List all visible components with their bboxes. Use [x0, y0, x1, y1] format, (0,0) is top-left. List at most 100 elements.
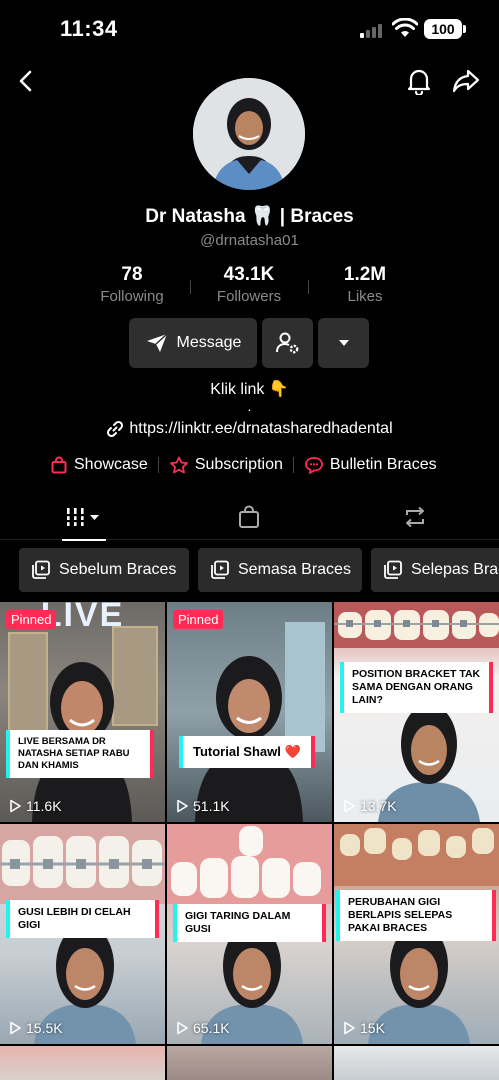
- view-count-text: 15K: [360, 1020, 385, 1036]
- video-grid: LIVE Pinned LIVE BERSAMA DR NATASHA SETI…: [0, 602, 499, 1080]
- stat-following-label: Following: [100, 288, 164, 305]
- view-count-text: 51.1K: [193, 798, 230, 814]
- stat-likes: 1.2M Likes: [310, 264, 420, 305]
- stat-followers-label: Followers: [216, 288, 282, 305]
- view-count: 15.5K: [8, 1020, 63, 1036]
- video-tile[interactable]: [334, 1046, 499, 1080]
- caret-down-icon: [338, 340, 349, 346]
- send-icon: [146, 333, 168, 352]
- showcase-chip-label: Showcase: [74, 456, 148, 473]
- view-count: 65.1K: [175, 1020, 230, 1036]
- stat-following[interactable]: 78 Following: [77, 264, 187, 305]
- stat-divider: [308, 280, 309, 294]
- video-tile[interactable]: POSITION BRACKET TAK SAMA DENGAN ORANG L…: [334, 602, 499, 822]
- play-icon: [344, 799, 355, 813]
- playlist-label: Semasa Braces: [238, 561, 351, 578]
- pinned-badge: Pinned: [173, 610, 224, 629]
- signal-icon: [360, 22, 386, 38]
- star-icon: [169, 456, 188, 474]
- stat-followers[interactable]: 43.1K Followers: [194, 264, 304, 305]
- user-gear-icon: [275, 332, 298, 354]
- content-tabs: [0, 494, 499, 541]
- video-caption: GUSI LEBIH DI CELAH GIGI: [10, 900, 155, 939]
- tab-shop[interactable]: [166, 494, 332, 540]
- video-tile[interactable]: PERUBAHAN GIGI BERLAPIS SELEPAS PAKAI BR…: [334, 824, 499, 1044]
- playlist-icon: [32, 560, 50, 579]
- stat-likes-label: Likes: [347, 288, 383, 305]
- video-tile[interactable]: [167, 1046, 332, 1080]
- tab-videos[interactable]: [0, 494, 166, 541]
- bio-link-text: https://linktr.ee/drnatasharedhadental: [129, 420, 393, 437]
- teeth-closeup: [0, 824, 165, 904]
- play-icon: [177, 799, 188, 813]
- playlist-icon: [211, 560, 229, 579]
- view-count-text: 11.6K: [26, 798, 62, 814]
- view-count-text: 13.7K: [360, 798, 397, 814]
- notification-button[interactable]: [402, 64, 436, 98]
- status-time: 11:34: [60, 16, 118, 41]
- repost-icon: [406, 506, 424, 528]
- chip-divider: [157, 457, 159, 473]
- video-tile[interactable]: LIVE Pinned LIVE BERSAMA DR NATASHA SETI…: [0, 602, 165, 822]
- profile-handle: @drnatasha01: [200, 232, 299, 249]
- playlist-semasa-braces[interactable]: Semasa Braces: [198, 548, 362, 592]
- presenter-figure: [195, 656, 303, 822]
- bio-text: Klik link 👇: [210, 381, 289, 398]
- subscription-chip[interactable]: Subscription: [169, 456, 283, 474]
- view-count: 11.6K: [8, 798, 62, 814]
- message-button[interactable]: Message: [129, 318, 257, 368]
- profile-chips: Showcase Subscription Bulletin Braces: [50, 456, 437, 474]
- stat-divider: [190, 280, 191, 294]
- video-caption: LIVE BERSAMA DR NATASHA SETIAP RABU DAN …: [10, 730, 150, 778]
- bio-link[interactable]: https://linktr.ee/drnatasharedhadental: [0, 420, 499, 438]
- video-tile[interactable]: Pinned Tutorial Shawl ❤️ 51.1K: [167, 602, 332, 822]
- teeth-closeup: [334, 602, 499, 648]
- battery-indicator: 100: [424, 19, 462, 39]
- bio-dot: .: [247, 398, 252, 414]
- play-icon: [10, 799, 21, 813]
- message-button-label: Message: [176, 334, 242, 351]
- profile-settings-button[interactable]: [262, 318, 313, 368]
- video-tile[interactable]: [0, 1046, 165, 1080]
- bulletin-chip[interactable]: Bulletin Braces: [304, 456, 437, 474]
- avatar-image: [193, 78, 305, 190]
- avatar[interactable]: [193, 78, 305, 190]
- showcase-chip[interactable]: Showcase: [50, 456, 148, 474]
- stat-followers-value: 43.1K: [223, 264, 275, 285]
- link-icon: [107, 420, 124, 438]
- video-caption: PERUBAHAN GIGI BERLAPIS SELEPAS PAKAI BR…: [340, 890, 492, 942]
- wifi-icon: [392, 18, 418, 37]
- video-caption: GIGI TARING DALAM GUSI: [177, 904, 322, 943]
- battery-cap: [463, 25, 466, 33]
- bell-icon: [407, 69, 431, 95]
- play-icon: [10, 1021, 21, 1035]
- bulletin-chip-label: Bulletin Braces: [329, 456, 437, 473]
- play-icon: [177, 1021, 188, 1035]
- video-tile[interactable]: GIGI TARING DALAM GUSI 65.1K: [167, 824, 332, 1044]
- playlist-selepas-braces[interactable]: Selepas Braces: [371, 548, 499, 592]
- stat-likes-value: 1.2M: [343, 264, 387, 285]
- play-icon: [344, 1021, 355, 1035]
- share-icon: [452, 69, 480, 93]
- video-tile[interactable]: GUSI LEBIH DI CELAH GIGI 15.5K: [0, 824, 165, 1044]
- pinned-badge: Pinned: [6, 610, 57, 629]
- view-count: 51.1K: [175, 798, 230, 814]
- view-count-text: 15.5K: [26, 1020, 63, 1036]
- grid-icon: [65, 508, 99, 526]
- share-button[interactable]: [449, 64, 483, 98]
- back-arrow-icon: [19, 70, 32, 92]
- active-tab-indicator: [62, 539, 106, 541]
- status-bar: 11:34 100: [0, 0, 499, 58]
- teeth-closeup: [334, 824, 499, 886]
- tab-reposts[interactable]: [332, 494, 498, 540]
- stat-following-value: 78: [121, 264, 143, 285]
- chat-bubble-icon: [304, 457, 323, 474]
- view-count-text: 65.1K: [193, 1020, 230, 1036]
- playlist-sebelum-braces[interactable]: Sebelum Braces: [19, 548, 189, 592]
- shopping-bag-icon: [239, 505, 259, 528]
- more-options-button[interactable]: [318, 318, 369, 368]
- back-button[interactable]: [9, 64, 43, 98]
- playlist-label: Selepas Braces: [411, 561, 499, 578]
- video-caption: POSITION BRACKET TAK SAMA DENGAN ORANG L…: [344, 662, 489, 714]
- view-count: 13.7K: [342, 798, 397, 814]
